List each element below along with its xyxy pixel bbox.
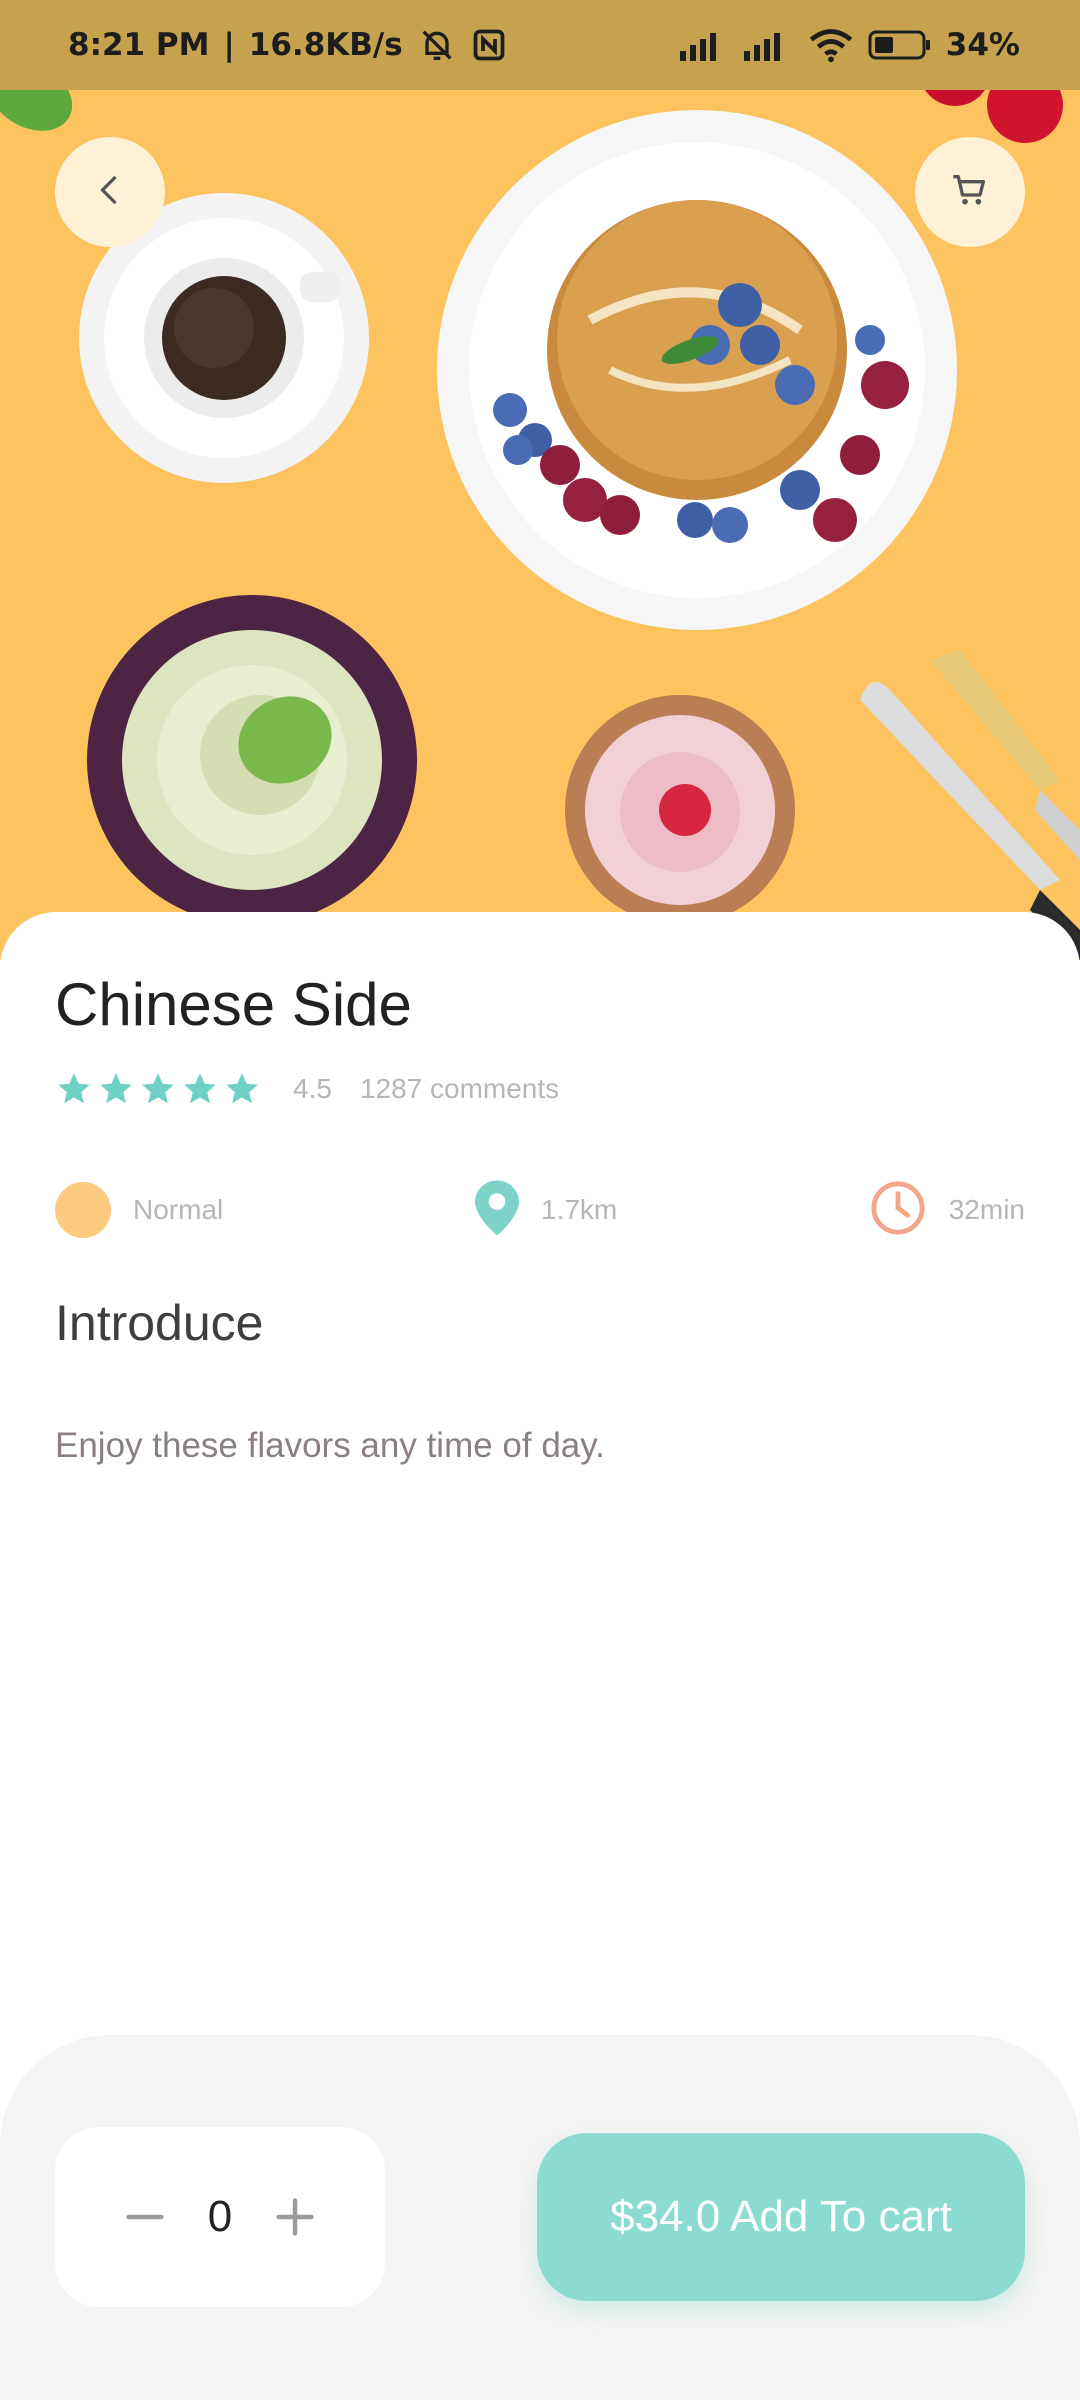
status-bar-right: 34% xyxy=(679,27,1020,63)
decrement-button[interactable] xyxy=(117,2189,173,2245)
star-icon xyxy=(142,1073,174,1104)
product-title: Chinese Side xyxy=(55,971,412,1038)
product-description: Enjoy these flavors any time of day. xyxy=(55,1426,605,1465)
introduce-heading: Introduce xyxy=(55,1295,264,1351)
battery-icon xyxy=(868,29,932,61)
add-to-cart-button[interactable]: $34.0 Add To cart xyxy=(537,2133,1025,2301)
food-illustration xyxy=(0,0,1080,960)
clock-icon xyxy=(869,1179,927,1242)
network-speed: 16.8KB/s xyxy=(248,27,403,63)
minus-icon xyxy=(126,2214,164,2220)
level-info: Normal xyxy=(55,1170,223,1250)
star-icon xyxy=(100,1073,132,1104)
status-separator: | xyxy=(223,27,235,63)
cart-button[interactable] xyxy=(915,137,1025,247)
increment-button[interactable] xyxy=(267,2189,323,2245)
distance-info: 1.7km xyxy=(475,1170,617,1250)
cart-bar: 0 $34.0 Add To cart xyxy=(0,2035,1080,2400)
shopping-cart-icon xyxy=(950,170,990,215)
signal-icon xyxy=(679,29,730,61)
status-bar: 8:21 PM | 16.8KB/s 34% xyxy=(0,0,1080,90)
mute-bell-icon xyxy=(417,25,457,65)
plus-icon xyxy=(276,2198,314,2236)
quantity-value: 0 xyxy=(207,2192,233,2241)
star-rating xyxy=(55,1070,261,1108)
rating-value: 4.5 xyxy=(293,1073,332,1104)
rating-row: 4.5 1287 comments xyxy=(55,1070,559,1108)
star-icon xyxy=(58,1073,90,1104)
wifi-icon xyxy=(808,27,854,63)
product-detail-card: Chinese Side 4.5 1287 comments Normal 1.… xyxy=(0,912,1080,2062)
hero-image xyxy=(0,0,1080,960)
level-label: Normal xyxy=(133,1194,224,1225)
status-bar-left: 8:21 PM | 16.8KB/s xyxy=(68,25,507,65)
star-icon xyxy=(226,1073,258,1104)
status-time: 8:21 PM xyxy=(68,27,210,63)
star-icon xyxy=(184,1073,216,1104)
quantity-stepper: 0 xyxy=(55,2127,385,2307)
time-label: 32min xyxy=(948,1194,1025,1225)
battery-percent: 34% xyxy=(945,27,1020,63)
chevron-left-icon xyxy=(92,172,128,213)
time-info: 32min xyxy=(869,1170,1025,1250)
distance-label: 1.7km xyxy=(541,1194,618,1225)
location-pin-icon xyxy=(475,1180,519,1241)
back-button[interactable] xyxy=(55,137,165,247)
info-row: Normal 1.7km 32min xyxy=(55,1170,1025,1250)
nfc-icon xyxy=(471,27,507,63)
signal-icon-2 xyxy=(743,29,794,61)
comments-count: 1287 comments xyxy=(359,1073,560,1104)
level-dot-icon xyxy=(55,1182,111,1238)
